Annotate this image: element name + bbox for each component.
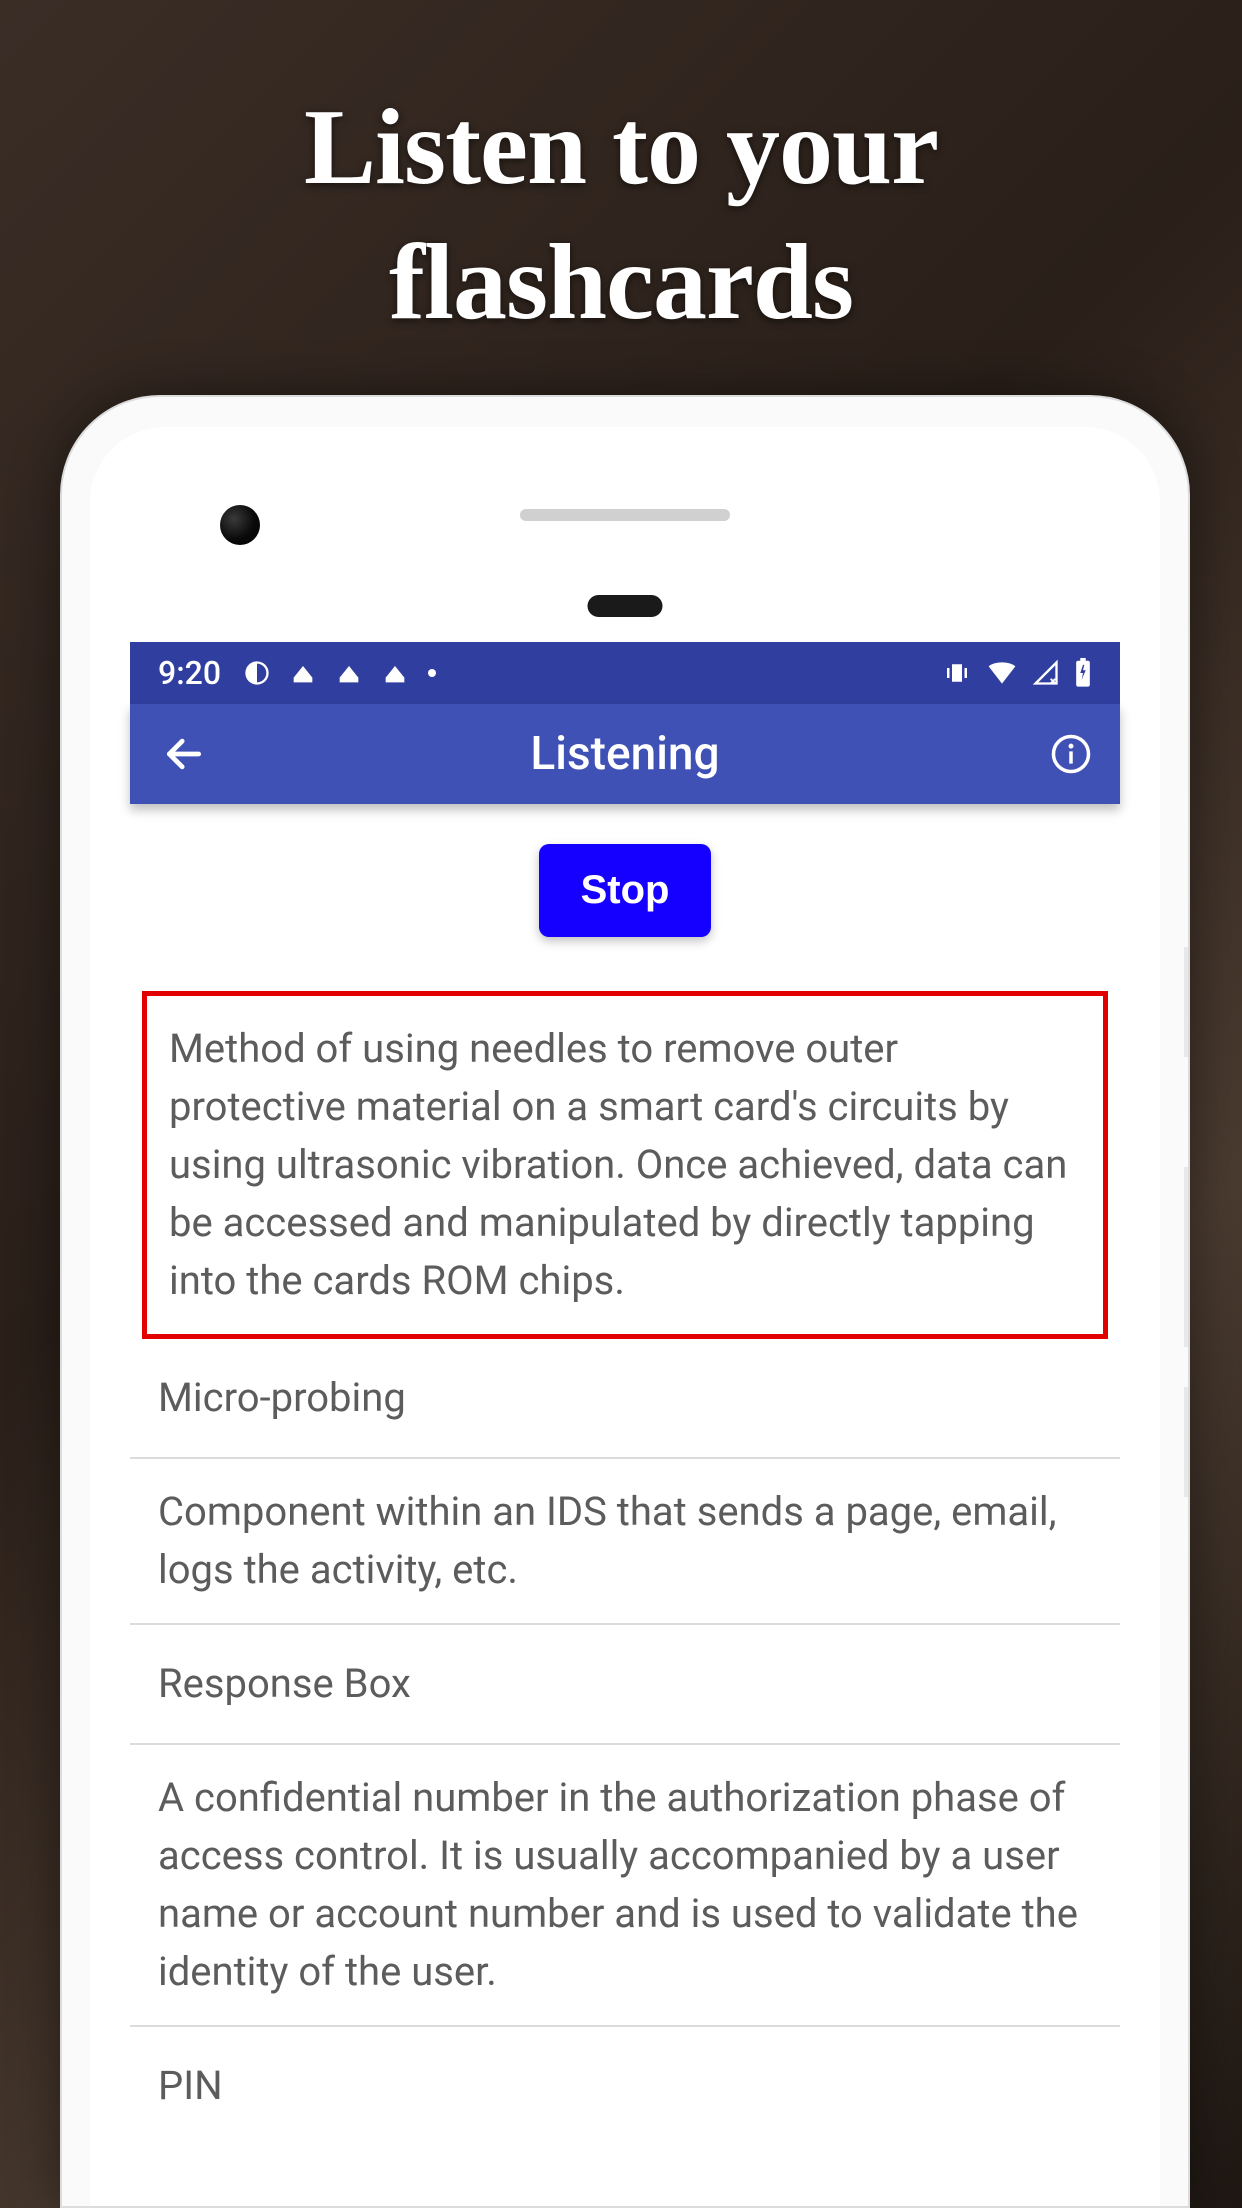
phone-side-button <box>1184 1387 1190 1497</box>
phone-frame: 9:20 <box>60 395 1190 2208</box>
flashcard-text: Micro-probing <box>158 1374 406 1421</box>
info-button[interactable] <box>1046 729 1096 779</box>
vibrate-icon <box>942 658 972 688</box>
signal-icon <box>1032 659 1060 687</box>
back-button[interactable] <box>154 724 214 784</box>
content-area: Stop Method of using needles to remove o… <box>130 804 1120 2206</box>
status-icon <box>289 659 317 687</box>
headline-line-1: Listen to your <box>304 88 938 207</box>
flashcard-text: A confidential number in the authorizati… <box>158 1774 1078 1995</box>
wifi-icon <box>986 657 1018 689</box>
status-bar: 9:20 <box>130 642 1120 704</box>
status-time: 9:20 <box>158 654 221 692</box>
flashcard-question[interactable]: Component within an IDS that sends a pag… <box>130 1459 1120 1625</box>
flashcard-answer[interactable]: Response Box <box>130 1625 1120 1745</box>
app-bar: Listening <box>130 704 1120 804</box>
status-icon <box>381 659 409 687</box>
screen: 9:20 <box>130 642 1120 2206</box>
page-title: Listening <box>130 727 1120 781</box>
flashcard-answer[interactable]: PIN <box>130 2027 1120 2145</box>
phone-bezel: 9:20 <box>90 427 1160 2206</box>
phone-side-button <box>1184 947 1190 1057</box>
status-icon <box>335 659 363 687</box>
flashcard-text: PIN <box>158 2062 223 2109</box>
status-icon <box>427 668 437 678</box>
phone-camera <box>220 505 260 545</box>
status-icon <box>243 659 271 687</box>
stop-button[interactable]: Stop <box>539 844 712 937</box>
battery-icon <box>1074 658 1092 688</box>
phone-earpiece <box>520 509 730 521</box>
flashcard-question[interactable]: Method of using needles to remove outer … <box>142 991 1108 1339</box>
flashcard-list[interactable]: Method of using needles to remove outer … <box>130 981 1120 2206</box>
flashcard-answer[interactable]: Micro-probing <box>130 1339 1120 1459</box>
headline-line-2: flashcards <box>389 223 853 342</box>
flashcard-text: Method of using needles to remove outer … <box>169 1025 1067 1304</box>
marketing-headline: Listen to your flashcards <box>0 80 1242 350</box>
phone-sensor-bar <box>588 595 663 617</box>
flashcard-question[interactable]: A confidential number in the authorizati… <box>130 1745 1120 2027</box>
phone-side-button <box>1184 1167 1190 1347</box>
flashcard-text: Component within an IDS that sends a pag… <box>158 1488 1057 1593</box>
flashcard-text: Response Box <box>158 1660 411 1707</box>
